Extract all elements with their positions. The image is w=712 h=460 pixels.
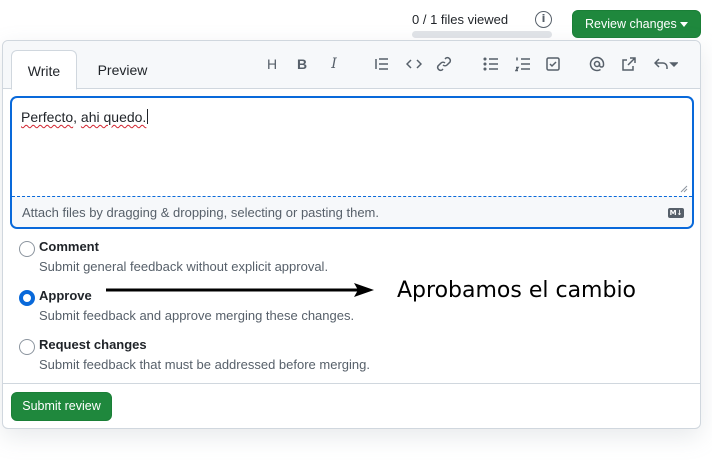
link-icon[interactable] <box>433 53 455 75</box>
option-label: Request changes <box>39 337 147 352</box>
numbered-list-icon[interactable] <box>512 53 534 75</box>
review-header: 0 / 1 files viewed i Review changes <box>0 0 712 42</box>
quote-icon[interactable] <box>371 53 393 75</box>
request-changes-radio[interactable] <box>19 339 35 355</box>
comment-text[interactable]: Perfecto, ahi quedo. <box>21 109 149 125</box>
code-icon[interactable] <box>403 53 425 75</box>
bold-icon[interactable]: B <box>291 53 313 75</box>
submit-review-button[interactable]: Submit review <box>11 392 112 421</box>
option-description: Submit feedback that must be addressed b… <box>39 357 370 372</box>
attach-files-bar[interactable]: Attach files by dragging & dropping, sel… <box>12 196 692 227</box>
files-viewed-progress <box>412 31 552 38</box>
attach-files-text: Attach files by dragging & dropping, sel… <box>22 205 379 220</box>
mention-icon[interactable] <box>586 53 608 75</box>
task-list-icon[interactable] <box>542 53 564 75</box>
option-description: Submit general feedback without explicit… <box>39 259 329 274</box>
option-label: Comment <box>39 239 99 254</box>
tab-write[interactable]: Write <box>11 50 77 90</box>
approve-radio[interactable] <box>19 290 35 306</box>
editor-tabbar: Write Preview H B I <box>3 41 700 90</box>
review-changes-button[interactable]: Review changes <box>572 10 701 38</box>
review-changes-label: Review changes <box>585 17 677 31</box>
option-label: Approve <box>39 288 92 303</box>
markdown-icon[interactable]: M↓ <box>668 208 684 218</box>
comment-textarea[interactable]: Perfecto, ahi quedo. Attach files by dra… <box>11 97 693 228</box>
resize-handle-icon[interactable] <box>680 185 688 193</box>
chevron-down-icon <box>680 22 688 27</box>
italic-icon[interactable]: I <box>323 53 345 75</box>
review-panel: Write Preview H B I Perfecto, ahi quedo.… <box>2 40 701 429</box>
files-viewed-count: 0 / 1 files viewed <box>412 12 509 27</box>
annotation-arrow-icon <box>106 283 374 297</box>
comment-text-word: Perfecto <box>21 109 74 125</box>
bulleted-list-icon[interactable] <box>480 53 502 75</box>
tab-preview[interactable]: Preview <box>85 50 160 90</box>
heading-icon[interactable]: H <box>261 53 283 75</box>
comment-text-word: ahi quedo. <box>80 109 147 125</box>
option-description: Submit feedback and approve merging thes… <box>39 308 355 323</box>
annotation-text: Aprobamos el cambio <box>397 278 637 303</box>
comment-radio[interactable] <box>19 241 35 257</box>
info-icon[interactable]: i <box>535 11 552 28</box>
reply-icon[interactable] <box>651 53 681 75</box>
cross-reference-icon[interactable] <box>618 53 640 75</box>
text-cursor <box>147 109 149 124</box>
footer-divider <box>3 383 700 384</box>
